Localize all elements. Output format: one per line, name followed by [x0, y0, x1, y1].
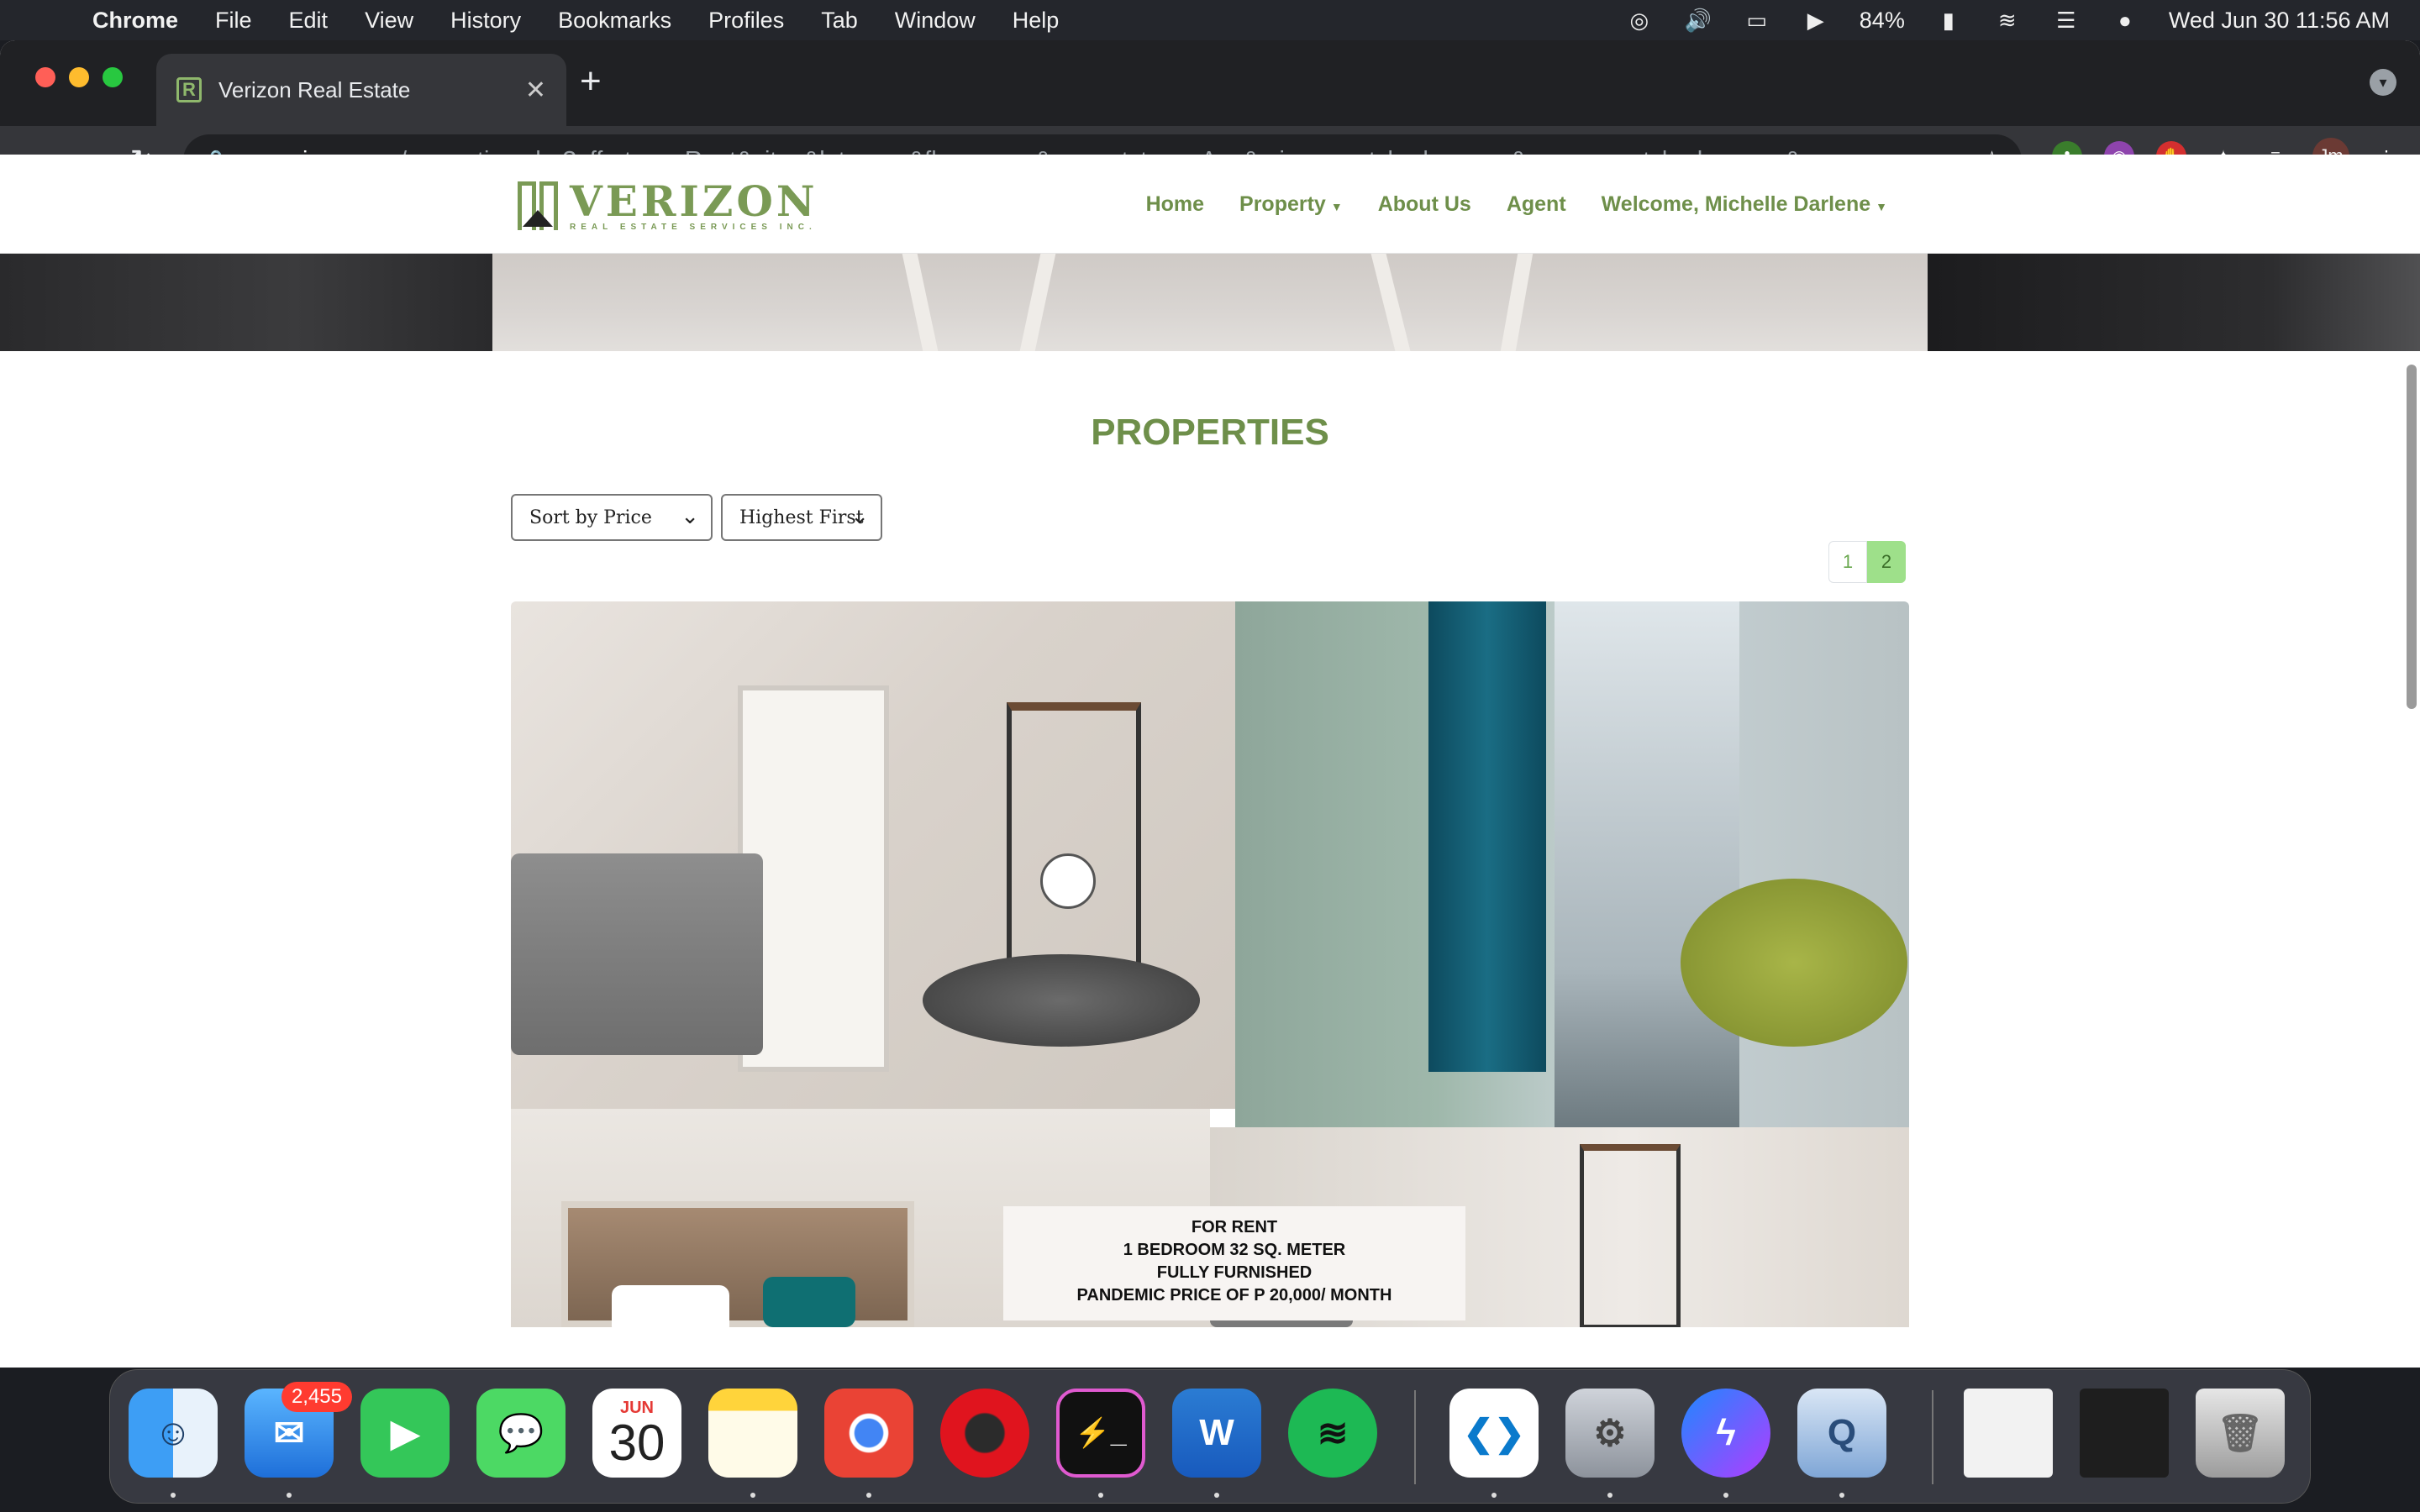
tab-search-icon[interactable]: ▾ — [2370, 69, 2396, 96]
recent-document-thumbnail[interactable] — [1964, 1389, 2053, 1478]
living-room-photo — [511, 601, 1235, 1109]
sort-by-value: Sort by Price — [529, 507, 652, 528]
menu-help[interactable]: Help — [1013, 8, 1060, 34]
listing-size: 1 BEDROOM 32 SQ. METER — [1123, 1241, 1346, 1259]
new-tab-button[interactable]: + — [580, 60, 602, 102]
finder-icon[interactable]: ☺ — [129, 1389, 218, 1478]
window-chair-photo — [1235, 601, 1909, 1127]
facetime-icon[interactable]: ▶ — [360, 1389, 450, 1478]
page-1-button[interactable]: 1 — [1828, 541, 1867, 583]
siri-icon[interactable]: ● — [2110, 8, 2140, 33]
hero-banner — [0, 254, 2420, 351]
nav-property-label: Property — [1239, 192, 1326, 216]
tab-title: Verizon Real Estate — [218, 76, 411, 102]
battery-icon[interactable]: ▮ — [1933, 8, 1964, 33]
menu-app-name[interactable]: Chrome — [92, 8, 178, 34]
page-scrollbar[interactable] — [2407, 365, 2417, 709]
chevron-down-icon: ⌄ — [850, 504, 869, 529]
property-listing-card[interactable]: FOR RENT 1 BEDROOM 32 SQ. METER FULLY FU… — [511, 601, 1909, 1327]
tab-strip: R Verizon Real Estate ✕ + ▾ — [0, 40, 2420, 126]
menu-history[interactable]: History — [450, 8, 521, 34]
calendar-icon[interactable]: JUN 30 — [592, 1389, 681, 1478]
eye-icon[interactable]: ◎ — [1624, 8, 1655, 33]
mail-icon[interactable]: ✉ 2,455 — [245, 1382, 352, 1478]
logo-mark-icon — [516, 178, 561, 234]
menu-bookmarks[interactable]: Bookmarks — [558, 8, 671, 34]
sort-order-select[interactable]: Highest First ⌄ — [721, 494, 882, 541]
site-navbar: VERIZON REAL ESTATE SERVICES INC. Home P… — [0, 155, 2420, 254]
nav-agent-link[interactable]: Agent — [1507, 192, 1566, 217]
vscode-icon[interactable]: ❮❯ — [1449, 1389, 1539, 1478]
notes-icon[interactable] — [708, 1389, 797, 1478]
spotify-icon[interactable]: ≋ — [1288, 1389, 1377, 1478]
control-center-icon[interactable]: ☰ — [2051, 8, 2081, 33]
nav-home-link[interactable]: Home — [1146, 192, 1204, 217]
play-icon[interactable]: ▶ — [1801, 8, 1831, 33]
terminal-icon[interactable]: ⚡_ — [1056, 1389, 1145, 1478]
close-tab-icon[interactable]: ✕ — [525, 76, 546, 105]
opera-icon[interactable] — [940, 1389, 1029, 1478]
system-preferences-icon[interactable]: ⚙ — [1565, 1389, 1655, 1478]
nav-about-link[interactable]: About Us — [1378, 192, 1471, 217]
menu-view[interactable]: View — [365, 8, 413, 34]
site-favicon-icon: R — [176, 77, 202, 102]
trash-icon[interactable]: 🗑 — [2196, 1389, 2285, 1478]
volume-icon[interactable]: 🔊 — [1683, 8, 1713, 33]
menu-window[interactable]: Window — [895, 8, 976, 34]
messages-icon[interactable]: 💬 — [476, 1389, 566, 1478]
menu-tab[interactable]: Tab — [821, 8, 858, 34]
web-page: VERIZON REAL ESTATE SERVICES INC. Home P… — [0, 155, 2420, 1327]
quicktime-icon[interactable]: Q — [1797, 1389, 1886, 1478]
maximize-window-button[interactable] — [103, 67, 123, 87]
page-title: PROPERTIES — [1091, 412, 1329, 453]
logo-subtitle: REAL ESTATE SERVICES INC. — [570, 222, 817, 232]
word-icon[interactable]: W — [1172, 1389, 1261, 1478]
menu-profiles[interactable]: Profiles — [708, 8, 784, 34]
messenger-icon[interactable]: ϟ — [1681, 1389, 1770, 1478]
wifi-icon[interactable]: ≋ — [1992, 8, 2023, 33]
nav-user-label: Welcome, Michelle Darlene — [1601, 192, 1871, 216]
battery-percentage: 84% — [1859, 7, 1905, 33]
caret-down-icon: ▼ — [1330, 199, 1343, 213]
minimize-window-button[interactable] — [69, 67, 89, 87]
sort-by-select[interactable]: Sort by Price ⌄ — [511, 494, 713, 541]
menu-file[interactable]: File — [215, 8, 252, 34]
pagination: 1 2 — [1828, 541, 1906, 583]
sort-order-value: Highest First — [739, 507, 864, 528]
nav-property-dropdown[interactable]: Property ▼ — [1239, 192, 1343, 217]
downloads-stack-icon[interactable] — [2080, 1389, 2169, 1478]
dock: ☺ ✉ 2,455 ▶ 💬 JUN 30 ⚡_ W ≋ ❮❯ ⚙ ϟ Q 🗑 — [109, 1369, 2311, 1504]
listing-furnishing: FULLY FURNISHED — [1156, 1263, 1313, 1282]
listing-offer-type: FOR RENT — [1191, 1218, 1278, 1236]
caret-down-icon: ▼ — [1876, 199, 1887, 213]
browser-tab[interactable]: R Verizon Real Estate ✕ — [156, 54, 566, 126]
nav-user-dropdown[interactable]: Welcome, Michelle Darlene ▼ — [1602, 192, 1887, 217]
display-icon[interactable]: ▭ — [1742, 8, 1772, 33]
listing-price: PANDEMIC PRICE OF P 20,000/ MONTH — [1076, 1286, 1392, 1305]
logo-wordmark: VERIZON — [570, 176, 818, 226]
page-2-button[interactable]: 2 — [1867, 541, 1906, 583]
mail-badge: 2,455 — [281, 1382, 352, 1412]
listing-overlay-text: FOR RENT 1 BEDROOM 32 SQ. METER FULLY FU… — [1003, 1206, 1465, 1320]
close-window-button[interactable] — [35, 67, 55, 87]
menu-edit[interactable]: Edit — [289, 8, 329, 34]
chrome-icon[interactable] — [824, 1389, 913, 1478]
calendar-day: 30 — [608, 1414, 666, 1471]
chevron-down-icon: ⌄ — [681, 504, 699, 529]
site-logo[interactable]: VERIZON REAL ESTATE SERVICES INC. — [516, 178, 818, 234]
menu-bar: Chrome File Edit View History Bookmarks … — [0, 0, 2420, 40]
menubar-clock[interactable]: Wed Jun 30 11:56 AM — [2169, 8, 2390, 34]
